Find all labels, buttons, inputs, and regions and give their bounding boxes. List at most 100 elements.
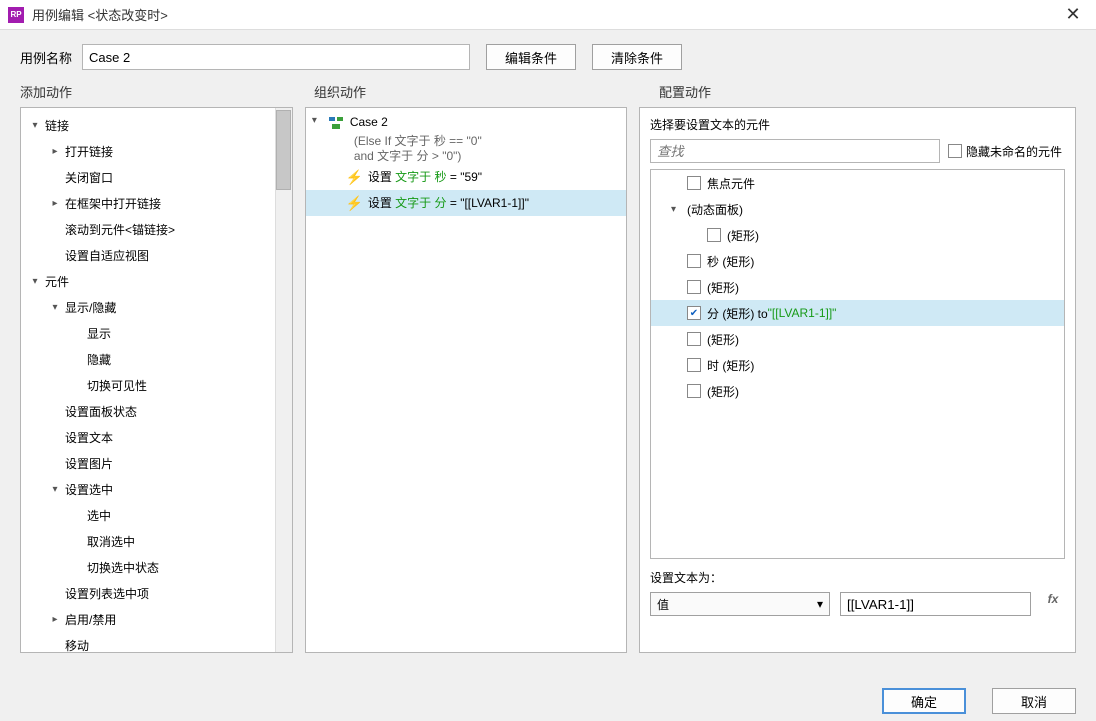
- checkbox[interactable]: [687, 332, 701, 346]
- case-condition-1: (Else If 文字于 秒 == "0": [306, 134, 626, 149]
- action-tree-item[interactable]: 设置面板状态: [21, 398, 275, 424]
- panel-configure-action: 选择要设置文本的元件 隐藏未命名的元件 焦点元件(动态面板)(矩形)秒 (矩形)…: [639, 107, 1076, 653]
- value-type-dropdown[interactable]: 值 ▾: [650, 592, 830, 616]
- chevron-down-icon[interactable]: [29, 275, 41, 287]
- action-tree-item[interactable]: 设置文本: [21, 424, 275, 450]
- scrollbar[interactable]: [275, 108, 292, 652]
- action-tree-label: 设置图片: [65, 455, 113, 472]
- close-icon[interactable]: ✕: [1058, 4, 1088, 25]
- case-node[interactable]: Case 2: [306, 112, 626, 134]
- action-tree-item[interactable]: 滚动到元件<锚链接>: [21, 216, 275, 242]
- action-tree-item[interactable]: 显示/隐藏: [21, 294, 275, 320]
- scrollbar-thumb[interactable]: [276, 110, 291, 190]
- header-organize-action: 组织动作: [314, 82, 659, 101]
- action-tree-item[interactable]: 元件: [21, 268, 275, 294]
- action-tree-item[interactable]: 切换可见性: [21, 372, 275, 398]
- action-tree-label: 显示: [87, 325, 111, 342]
- chevron-down-icon[interactable]: [29, 119, 41, 131]
- checkbox[interactable]: [687, 176, 701, 190]
- chevron-down-icon[interactable]: [49, 301, 61, 313]
- ok-button[interactable]: 确定: [882, 688, 966, 714]
- action-tree-item[interactable]: 移动: [21, 632, 275, 652]
- chevron-down-icon: ▾: [817, 597, 823, 611]
- header-configure-action: 配置动作: [659, 82, 1076, 101]
- action-tree-label: 关闭窗口: [65, 169, 113, 186]
- action-tree-label: 取消选中: [87, 533, 135, 550]
- value-input[interactable]: [840, 592, 1031, 616]
- case-icon: [328, 115, 344, 131]
- chevron-down-icon[interactable]: [671, 204, 683, 215]
- action-tree-label: 设置选中: [65, 481, 113, 498]
- action-tree-label: 在框架中打开链接: [65, 195, 161, 212]
- action-tree-item[interactable]: 关闭窗口: [21, 164, 275, 190]
- action-tree-label: 切换可见性: [87, 377, 147, 394]
- action-tree-item[interactable]: 选中: [21, 502, 275, 528]
- case-action-row[interactable]: ⚡设置 文字于 分 = "[[LVAR1-1]]": [306, 190, 626, 216]
- action-tree-item[interactable]: 设置选中: [21, 476, 275, 502]
- action-tree-item[interactable]: 启用/禁用: [21, 606, 275, 632]
- action-tree-item[interactable]: 切换选中状态: [21, 554, 275, 580]
- dropdown-value: 值: [657, 596, 669, 613]
- panels-row: 链接打开链接关闭窗口在框架中打开链接滚动到元件<锚链接> 设置自适应视图元件显示/…: [0, 107, 1096, 653]
- widget-label: (动态面板): [687, 201, 743, 218]
- action-tree-label: 设置面板状态: [65, 403, 137, 420]
- search-input[interactable]: [650, 139, 940, 163]
- widget-tree-item[interactable]: (矩形): [651, 326, 1064, 352]
- cancel-button[interactable]: 取消: [992, 688, 1076, 714]
- widget-tree-item[interactable]: (矩形): [651, 274, 1064, 300]
- checkbox[interactable]: [687, 254, 701, 268]
- action-tree-item[interactable]: 设置图片: [21, 450, 275, 476]
- action-tree-label: 滚动到元件<锚链接>: [65, 221, 175, 238]
- widget-tree-item[interactable]: (矩形): [651, 378, 1064, 404]
- action-tree-item[interactable]: 打开链接: [21, 138, 275, 164]
- checkbox[interactable]: [687, 306, 701, 320]
- chevron-down-icon[interactable]: [312, 115, 324, 126]
- action-tree-label: 设置文本: [65, 429, 113, 446]
- fx-button[interactable]: fx: [1041, 592, 1065, 616]
- action-tree-label: 元件: [45, 273, 69, 290]
- action-tree-label: 移动: [65, 637, 89, 653]
- set-text-label: 设置文本为：: [650, 569, 1065, 586]
- checkbox[interactable]: [707, 228, 721, 242]
- action-tree-item[interactable]: 设置自适应视图: [21, 242, 275, 268]
- widget-tree-item[interactable]: (矩形): [651, 222, 1064, 248]
- action-tree-item[interactable]: 设置列表选中项: [21, 580, 275, 606]
- action-tree[interactable]: 链接打开链接关闭窗口在框架中打开链接滚动到元件<锚链接> 设置自适应视图元件显示/…: [21, 108, 275, 652]
- hide-unnamed-checkbox[interactable]: 隐藏未命名的元件: [948, 143, 1062, 160]
- chevron-right-icon[interactable]: [49, 145, 61, 157]
- chevron-right-icon[interactable]: [49, 613, 61, 625]
- chevron-down-icon[interactable]: [49, 483, 61, 495]
- case-name-label: 用例名称: [20, 48, 72, 67]
- action-tree-label: 设置自适应视图: [65, 247, 149, 264]
- widget-label: (矩形): [707, 331, 739, 348]
- case-condition-2: and 文字于 分 > "0"): [306, 149, 626, 164]
- action-tree-label: 隐藏: [87, 351, 111, 368]
- window-title: 用例编辑 <状态改变时>: [32, 5, 1058, 24]
- action-tree-item[interactable]: 隐藏: [21, 346, 275, 372]
- case-action-row[interactable]: ⚡设置 文字于 秒 = "59": [306, 164, 626, 190]
- chevron-right-icon[interactable]: [49, 197, 61, 209]
- action-tree-item[interactable]: 在框架中打开链接: [21, 190, 275, 216]
- checkbox[interactable]: [687, 280, 701, 294]
- widget-tree-item[interactable]: (动态面板): [651, 196, 1064, 222]
- widget-tree-item[interactable]: 分 (矩形) to "[[LVAR1-1]]": [651, 300, 1064, 326]
- clear-condition-button[interactable]: 清除条件: [592, 44, 682, 70]
- checkbox[interactable]: [687, 358, 701, 372]
- widget-tree-item[interactable]: 秒 (矩形): [651, 248, 1064, 274]
- panel-add-action: 链接打开链接关闭窗口在框架中打开链接滚动到元件<锚链接> 设置自适应视图元件显示/…: [20, 107, 293, 653]
- checkbox[interactable]: [687, 384, 701, 398]
- action-tree-item[interactable]: 链接: [21, 112, 275, 138]
- widget-tree-item[interactable]: 时 (矩形): [651, 352, 1064, 378]
- edit-condition-button[interactable]: 编辑条件: [486, 44, 576, 70]
- select-widget-label: 选择要设置文本的元件: [650, 116, 1065, 133]
- hide-unnamed-label: 隐藏未命名的元件: [966, 143, 1062, 160]
- case-name-text: Case 2: [350, 115, 388, 129]
- footer: 确定 取消: [0, 681, 1096, 721]
- widget-tree[interactable]: 焦点元件(动态面板)(矩形)秒 (矩形)(矩形)分 (矩形) to "[[LVA…: [650, 169, 1065, 559]
- widget-tree-item[interactable]: 焦点元件: [651, 170, 1064, 196]
- case-name-input[interactable]: [82, 44, 470, 70]
- action-tree-label: 链接: [45, 117, 69, 134]
- action-tree-item[interactable]: 显示: [21, 320, 275, 346]
- widget-label: 焦点元件: [707, 175, 755, 192]
- action-tree-item[interactable]: 取消选中: [21, 528, 275, 554]
